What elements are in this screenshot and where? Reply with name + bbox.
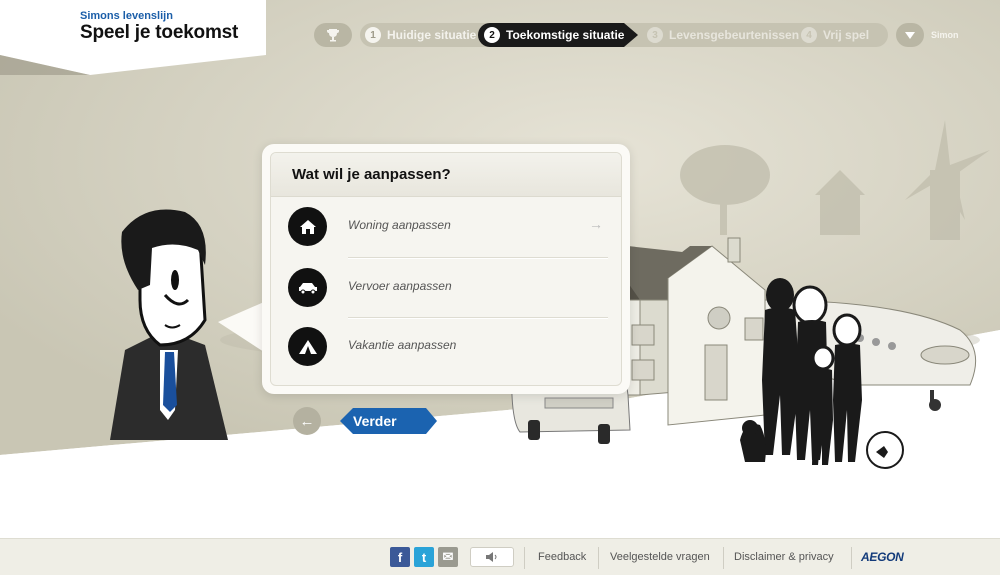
option-vakantie-label: Vakantie aanpassen [348,338,457,352]
next-button-label: Verder [353,413,397,429]
sound-toggle[interactable] [470,547,514,567]
step-navigation: 1 Huidige situatie 2 Toekomstige situati… [360,23,888,47]
trophy-button[interactable] [314,23,352,47]
step-4-label: Vrij spel [823,28,870,42]
adjust-panel: Wat wil je aanpassen? Woning aanpassen → [262,144,630,394]
facebook-icon[interactable]: f [390,547,410,567]
brand-title: Speel je toekomst [80,22,239,43]
step-3-label: Levensgebeurtenissen [669,28,800,42]
footer-divider [723,547,724,569]
car-icon [288,268,327,307]
step-2-number: 2 [484,27,500,43]
step-1[interactable]: 1 Huidige situatie [365,23,476,47]
twitter-icon[interactable]: t [414,547,434,567]
tent-icon [288,327,327,366]
mail-icon[interactable]: ✉ [438,547,458,567]
step-3[interactable]: 3 Levensgebeurtenissen [647,23,799,47]
step-4-number: 4 [801,27,817,43]
aegon-logo[interactable]: AEGON [861,550,904,564]
speaker-icon [486,552,497,562]
next-button[interactable]: Verder [340,408,437,434]
option-woning[interactable]: Woning aanpassen → [271,197,621,256]
footer: f t ✉ Feedback Veelgestelde vragen Discl… [0,538,1000,575]
disclaimer-link[interactable]: Disclaimer & privacy [734,551,834,563]
option-woning-label: Woning aanpassen [348,218,451,232]
footer-divider [851,547,852,569]
panel-title: Wat wil je aanpassen? [271,153,621,197]
adjust-panel-inner: Wat wil je aanpassen? Woning aanpassen → [270,152,622,386]
step-1-label: Huidige situatie [387,28,477,42]
faq-link[interactable]: Veelgestelde vragen [610,551,710,563]
brand-header: Simons levenslijn Speel je toekomst [0,0,266,74]
feedback-link[interactable]: Feedback [538,551,586,563]
step-3-number: 3 [647,27,663,43]
user-name: Simon [931,30,959,40]
arrow-right-icon: → [589,216,603,232]
brand-subtitle: Simons levenslijn [80,10,173,22]
game-scene: Simons levenslijn Speel je toekomst 1 Hu… [0,0,1000,538]
arrow-left-icon: ← [299,412,315,430]
back-button[interactable]: ← [293,407,321,435]
step-4[interactable]: 4 Vrij spel [801,23,869,47]
option-vervoer[interactable]: Vervoer aanpassen [271,258,621,317]
step-2[interactable]: 2 Toekomstige situatie [478,23,638,47]
step-2-label: Toekomstige situatie [506,28,625,42]
footer-divider [598,547,599,569]
step-1-number: 1 [365,27,381,43]
house-icon [288,207,327,246]
trophy-icon [327,29,339,42]
user-menu-button[interactable] [896,23,924,47]
option-vervoer-label: Vervoer aanpassen [348,279,452,293]
chevron-down-icon [905,31,915,39]
footer-divider [524,547,525,569]
option-vakantie[interactable]: Vakantie aanpassen [271,317,621,376]
